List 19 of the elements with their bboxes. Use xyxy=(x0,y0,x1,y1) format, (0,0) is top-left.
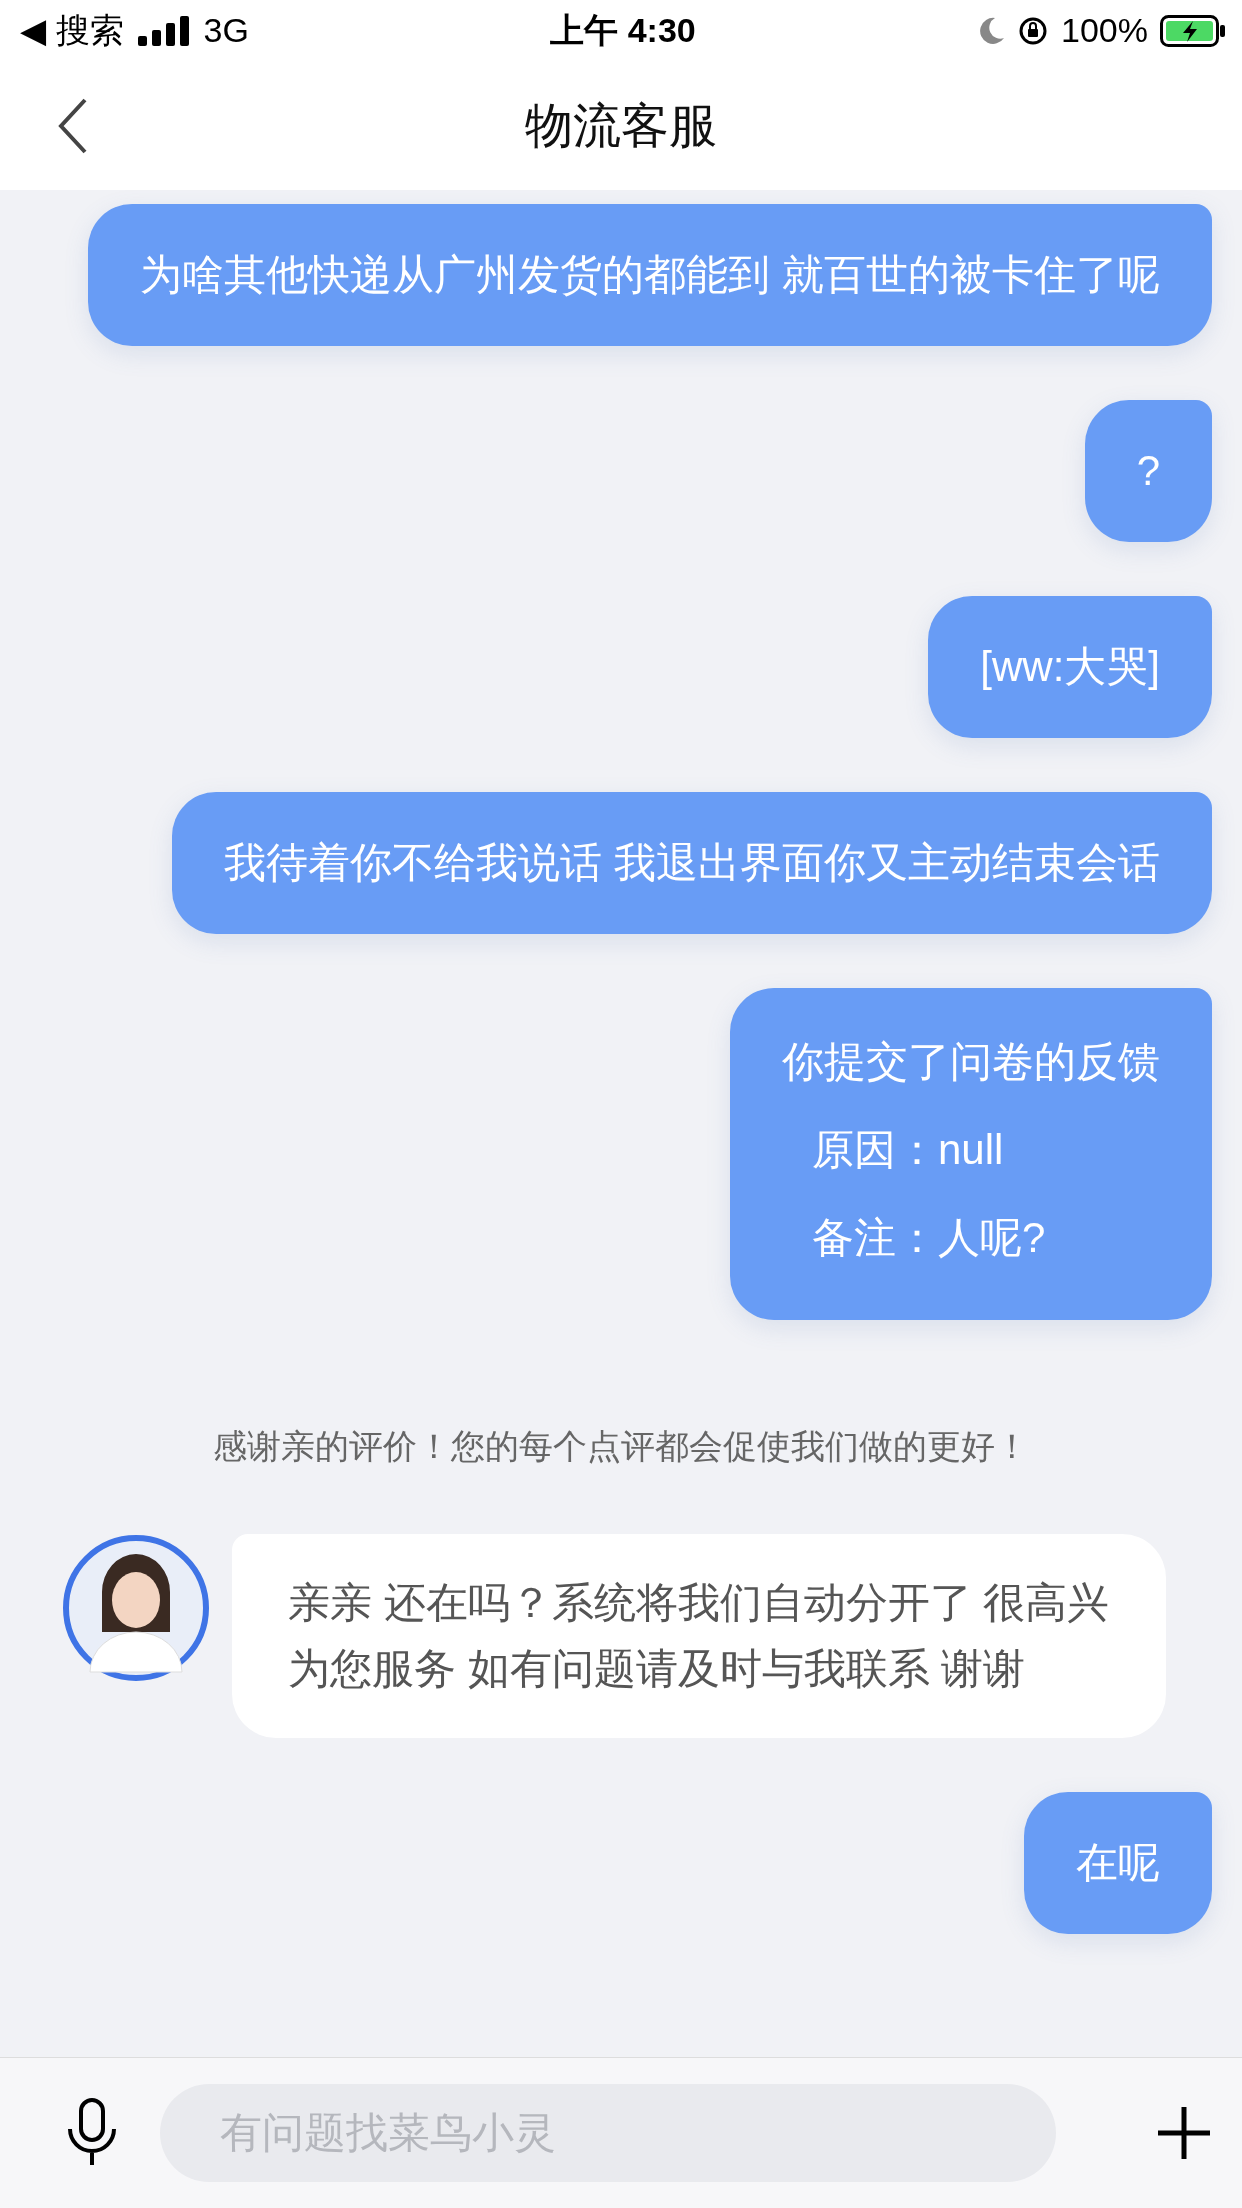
network-type: 3G xyxy=(203,11,249,51)
back-icon[interactable] xyxy=(58,97,88,154)
back-to-app-link[interactable]: ◀ 搜索 xyxy=(20,8,124,54)
battery-charging-icon xyxy=(1160,15,1226,47)
sent-message-bubble: 你提交了问卷的反馈 原因：null 备注：人呢? xyxy=(730,987,1212,1320)
page-title: 物流客服 xyxy=(525,97,717,154)
sent-message-bubble: [ww:大哭] xyxy=(928,595,1212,738)
sent-message-bubble: 我待着你不给我说话 我退出界面你又主动结束会话 xyxy=(172,791,1212,934)
sent-message-bubble: 为啥其他快递从广州发货的都能到 就百世的被卡住了呢 xyxy=(88,203,1212,346)
sent-message-bubble: ? xyxy=(1084,399,1212,542)
moon-icon xyxy=(977,16,1006,46)
sent-message-bubble: 在呢 xyxy=(1024,1791,1212,1934)
agent-avatar-icon xyxy=(62,1533,210,1682)
system-notice: 感谢亲的评价！您的每个点评都会促使我们做的更好！ xyxy=(213,1425,1029,1467)
clock: 上午 4:30 xyxy=(550,10,696,51)
battery-percent: 100% xyxy=(1061,11,1148,51)
plus-icon[interactable] xyxy=(1156,2105,1212,2162)
signal-icon xyxy=(137,16,190,46)
received-message-bubble: 亲亲 还在吗？系统将我们自动分开了 很高兴为您服务 如有问题请及时与我联系 谢谢 xyxy=(232,1533,1166,1738)
